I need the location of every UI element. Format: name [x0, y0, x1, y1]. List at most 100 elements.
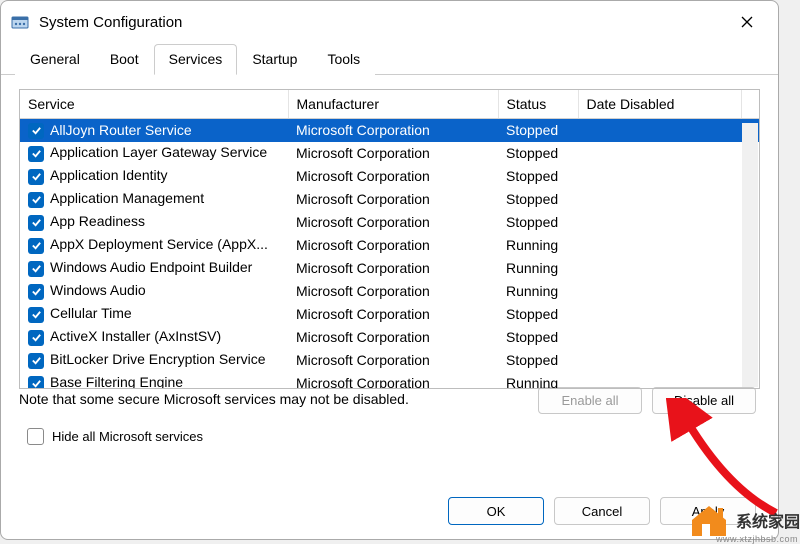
- tab-tools[interactable]: Tools: [312, 44, 375, 75]
- cell-service: BitLocker Drive Encryption Service: [50, 351, 266, 367]
- cell-date-disabled: [578, 303, 741, 326]
- cell-status: Stopped: [498, 326, 578, 349]
- cell-date-disabled: [578, 211, 741, 234]
- table-row[interactable]: Base Filtering EngineMicrosoft Corporati…: [20, 372, 759, 390]
- cell-date-disabled: [578, 234, 741, 257]
- cell-manufacturer: Microsoft Corporation: [288, 326, 498, 349]
- table-row[interactable]: Application Layer Gateway Service Microso…: [20, 142, 759, 165]
- row-checkbox[interactable]: [28, 146, 44, 162]
- cell-status: Stopped: [498, 165, 578, 188]
- cell-status: Stopped: [498, 303, 578, 326]
- window-title: System Configuration: [39, 14, 724, 31]
- close-icon: [741, 16, 753, 28]
- row-checkbox[interactable]: [28, 330, 44, 346]
- table-row[interactable]: Application Identity Microsoft Corporatio…: [20, 165, 759, 188]
- row-checkbox[interactable]: [28, 376, 44, 389]
- cell-manufacturer: Microsoft Corporation: [288, 257, 498, 280]
- cell-service: AppX Deployment Service (AppX...: [50, 236, 268, 252]
- cell-status: Stopped: [498, 142, 578, 165]
- cell-service: Application Management: [50, 190, 204, 206]
- tab-boot[interactable]: Boot: [95, 44, 154, 75]
- house-icon: [688, 502, 730, 538]
- cell-date-disabled: [578, 372, 741, 390]
- table-row[interactable]: Application Management Microsoft Corporat…: [20, 188, 759, 211]
- cell-manufacturer: Microsoft Corporation: [288, 188, 498, 211]
- cell-manufacturer: Microsoft Corporation: [288, 372, 498, 390]
- enable-all-button[interactable]: Enable all: [538, 387, 642, 414]
- table-row[interactable]: Windows Audio Microsoft CorporationRunnin…: [20, 280, 759, 303]
- cell-service: App Readiness: [50, 213, 145, 229]
- watermark: 系统家园 www.xtzjhbsb.com: [688, 502, 800, 538]
- cell-status: Stopped: [498, 119, 578, 142]
- tab-startup[interactable]: Startup: [237, 44, 312, 75]
- cell-manufacturer: Microsoft Corporation: [288, 349, 498, 372]
- watermark-url: www.xtzjhbsb.com: [716, 534, 798, 544]
- cell-service: ActiveX Installer (AxInstSV): [50, 328, 221, 344]
- table-row[interactable]: ActiveX Installer (AxInstSV) Microsoft Co…: [20, 326, 759, 349]
- hide-microsoft-label: Hide all Microsoft services: [52, 429, 203, 444]
- cell-date-disabled: [578, 119, 741, 142]
- system-configuration-window: System Configuration GeneralBootServices…: [0, 0, 779, 540]
- row-checkbox[interactable]: [28, 238, 44, 254]
- hide-microsoft-row: Hide all Microsoft services: [19, 428, 760, 445]
- cell-status: Stopped: [498, 188, 578, 211]
- cell-manufacturer: Microsoft Corporation: [288, 142, 498, 165]
- table-row[interactable]: AppX Deployment Service (AppX... Microsof…: [20, 234, 759, 257]
- dialog-footer: OK Cancel Apply: [1, 485, 778, 539]
- col-date-disabled[interactable]: Date Disabled: [578, 90, 741, 119]
- table-row[interactable]: AllJoyn Router Service Microsoft Corporat…: [20, 119, 759, 142]
- table-row[interactable]: App ReadinessMicrosoft CorporationStoppe…: [20, 211, 759, 234]
- cell-manufacturer: Microsoft Corporation: [288, 119, 498, 142]
- row-checkbox[interactable]: [28, 353, 44, 369]
- services-table: Service Manufacturer Status Date Disable…: [20, 90, 759, 389]
- cell-date-disabled: [578, 165, 741, 188]
- cell-manufacturer: Microsoft Corporation: [288, 234, 498, 257]
- table-row[interactable]: Cellular TimeMicrosoft CorporationStoppe…: [20, 303, 759, 326]
- services-table-container: Service Manufacturer Status Date Disable…: [19, 89, 760, 389]
- col-scroll-spacer: [741, 90, 759, 119]
- cancel-button[interactable]: Cancel: [554, 497, 650, 525]
- row-checkbox[interactable]: [28, 123, 44, 139]
- row-checkbox[interactable]: [28, 169, 44, 185]
- row-checkbox[interactable]: [28, 284, 44, 300]
- cell-service: Windows Audio: [50, 282, 146, 298]
- cell-status: Running: [498, 234, 578, 257]
- cell-status: Running: [498, 280, 578, 303]
- col-status[interactable]: Status: [498, 90, 578, 119]
- table-header-row: Service Manufacturer Status Date Disable…: [20, 90, 759, 119]
- hide-microsoft-checkbox[interactable]: [27, 428, 44, 445]
- cell-date-disabled: [578, 142, 741, 165]
- cell-date-disabled: [578, 326, 741, 349]
- cell-service: AllJoyn Router Service: [50, 122, 192, 138]
- row-checkbox[interactable]: [28, 261, 44, 277]
- cell-date-disabled: [578, 257, 741, 280]
- cell-date-disabled: [578, 349, 741, 372]
- table-row[interactable]: Windows Audio Endpoint Builder Microsoft …: [20, 257, 759, 280]
- msconfig-icon: [11, 13, 29, 31]
- cell-service: Windows Audio Endpoint Builder: [50, 259, 252, 275]
- row-checkbox[interactable]: [28, 215, 44, 231]
- col-service[interactable]: Service: [20, 90, 288, 119]
- tab-general[interactable]: General: [15, 44, 95, 75]
- vertical-scrollbar[interactable]: [742, 123, 758, 387]
- titlebar: System Configuration: [1, 1, 778, 43]
- row-checkbox[interactable]: [28, 307, 44, 323]
- tab-services[interactable]: Services: [154, 44, 238, 75]
- cell-manufacturer: Microsoft Corporation: [288, 165, 498, 188]
- ok-button[interactable]: OK: [448, 497, 544, 525]
- disable-all-button[interactable]: Disable all: [652, 387, 756, 414]
- cell-status: Running: [498, 372, 578, 390]
- col-manufacturer[interactable]: Manufacturer: [288, 90, 498, 119]
- table-row[interactable]: BitLocker Drive Encryption Service Micros…: [20, 349, 759, 372]
- cell-status: Running: [498, 257, 578, 280]
- cell-service: Application Layer Gateway Service: [50, 144, 267, 160]
- cell-manufacturer: Microsoft Corporation: [288, 280, 498, 303]
- cell-manufacturer: Microsoft Corporation: [288, 211, 498, 234]
- cell-manufacturer: Microsoft Corporation: [288, 303, 498, 326]
- cell-status: Stopped: [498, 349, 578, 372]
- close-button[interactable]: [724, 6, 770, 38]
- cell-date-disabled: [578, 280, 741, 303]
- cell-service: Application Identity: [50, 167, 168, 183]
- watermark-text: 系统家园: [736, 508, 800, 532]
- row-checkbox[interactable]: [28, 192, 44, 208]
